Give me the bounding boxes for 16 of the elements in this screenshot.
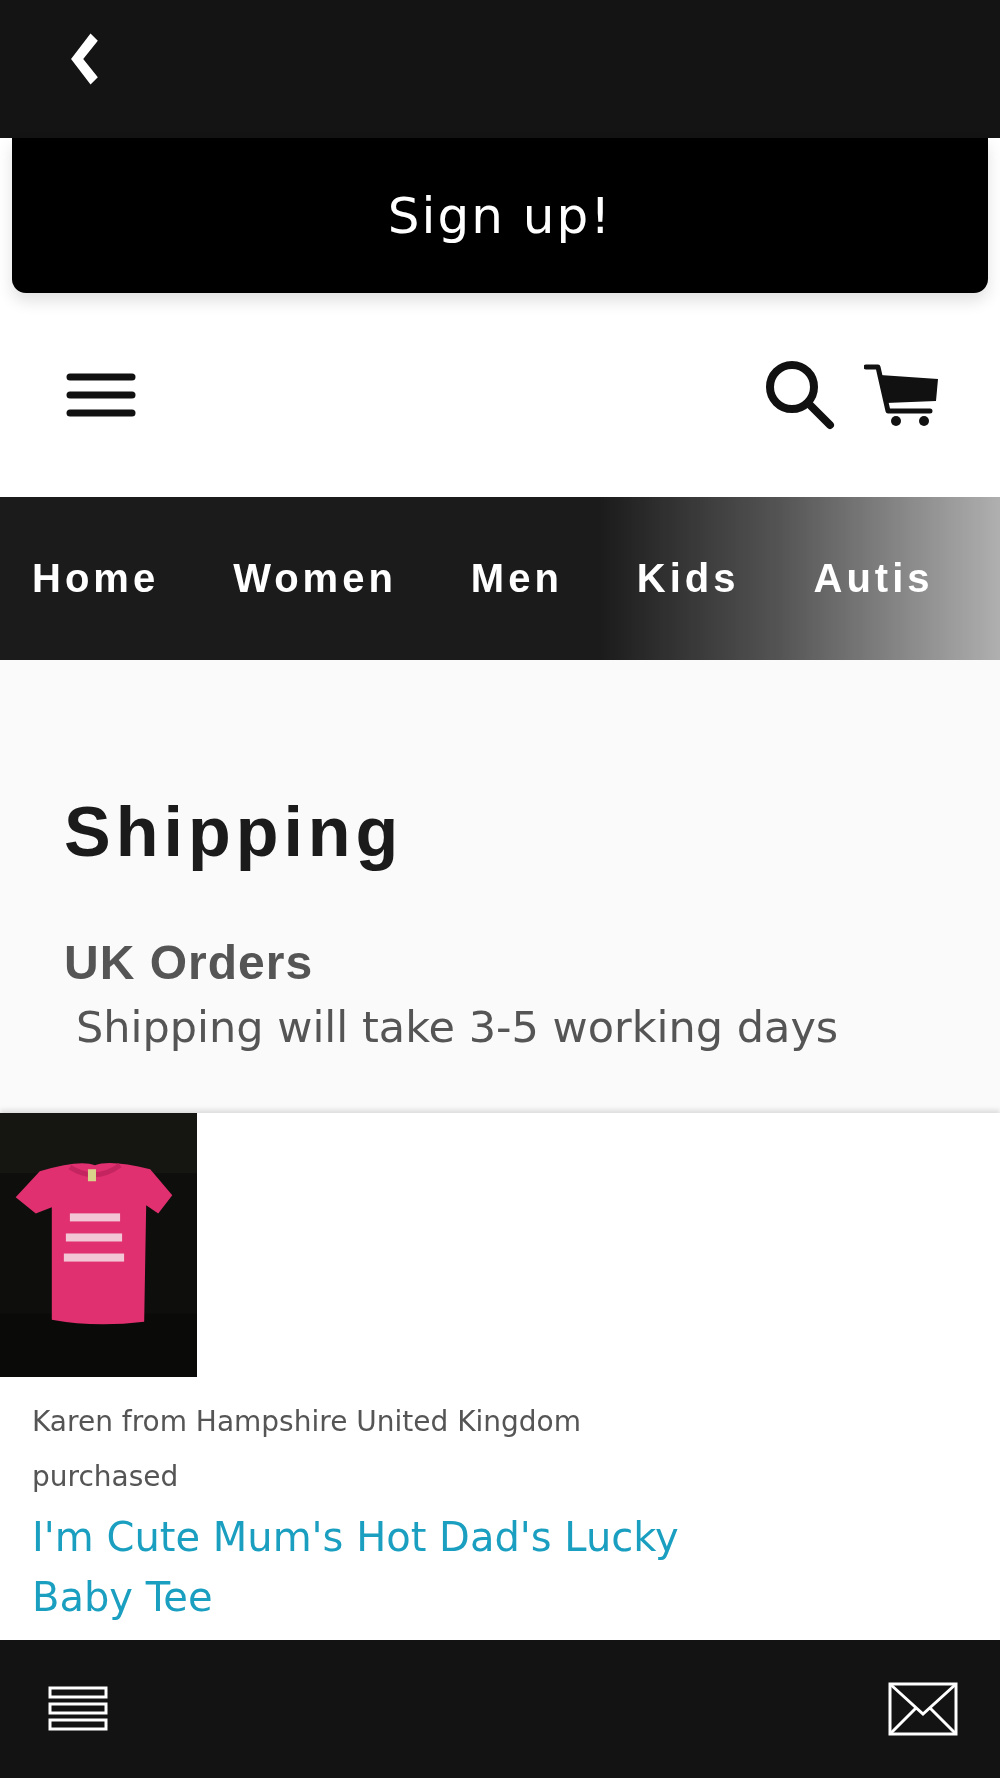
action-text: purchased <box>32 1460 180 1493</box>
nav-link[interactable]: Women <box>233 556 397 601</box>
page-title: Shipping <box>64 792 405 873</box>
section-heading: UK Orders <box>64 935 315 991</box>
cart-icon[interactable] <box>864 363 940 427</box>
sign-up-button[interactable]: Sign up! <box>12 138 988 293</box>
body-text: Shipping will take 3-5 working days <box>76 1000 840 1054</box>
nav-link[interactable]: Kids <box>636 556 740 601</box>
nav-link[interactable]: Autis <box>813 556 934 601</box>
customer-text: Karen from Hampshire United Kingdom <box>32 1405 582 1438</box>
menu-icon[interactable] <box>66 371 136 419</box>
list-icon[interactable] <box>48 1686 108 1732</box>
nav-link[interactable]: Home <box>32 556 160 601</box>
nav-link[interactable]: Men <box>470 556 563 601</box>
search-icon[interactable] <box>764 359 836 431</box>
mail-icon[interactable] <box>888 1682 958 1736</box>
